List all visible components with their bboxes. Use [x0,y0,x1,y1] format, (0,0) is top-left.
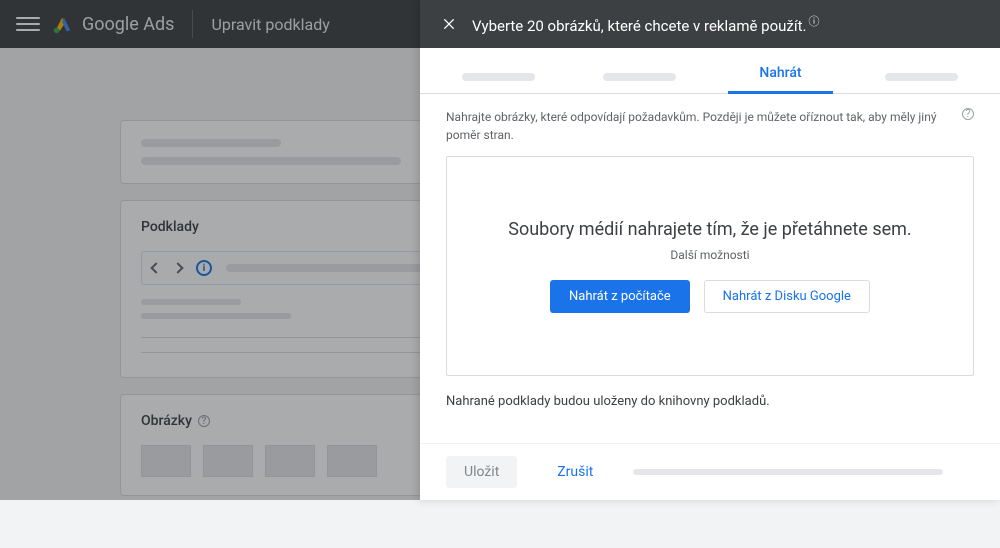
dropzone[interactable]: Soubory médií nahrajete tím, že je přetá… [446,156,974,376]
footer-placeholder [633,469,943,475]
close-icon [441,16,457,32]
panel-title: Vyberte 20 obrázků, které chcete v rekla… [472,13,986,35]
cancel-button[interactable]: Zrušit [539,456,611,488]
panel-header: Vyberte 20 obrázků, které chcete v rekla… [420,0,1000,48]
tab-upload[interactable]: Nahrát [728,65,833,93]
save-button[interactable]: Uložit [446,456,517,488]
upload-from-drive-button[interactable]: Nahrát z Disku Google [704,280,870,313]
modal-scrim[interactable] [0,0,420,500]
image-picker-panel: Vyberte 20 obrázků, které chcete v rekla… [420,0,1000,500]
upload-hint: Nahrajte obrázky, které odpovídají požad… [446,108,974,144]
tab-placeholder-2[interactable] [587,73,692,93]
upload-from-computer-button[interactable]: Nahrát z počítače [550,280,690,313]
tab-placeholder-1[interactable] [446,73,551,93]
panel-tabs: Nahrát [420,48,1000,94]
library-note: Nahrané podklady budou uloženy do knihov… [446,394,974,409]
panel-footer: Uložit Zrušit [420,443,1000,500]
dropzone-subtitle: Další možnosti [670,248,749,262]
dropzone-title: Soubory médií nahrajete tím, že je přetá… [508,219,911,240]
tab-placeholder-3[interactable] [869,73,974,93]
help-icon[interactable]: ⓘ [808,15,819,28]
close-button[interactable] [434,9,464,39]
help-icon[interactable]: ? [962,108,974,120]
